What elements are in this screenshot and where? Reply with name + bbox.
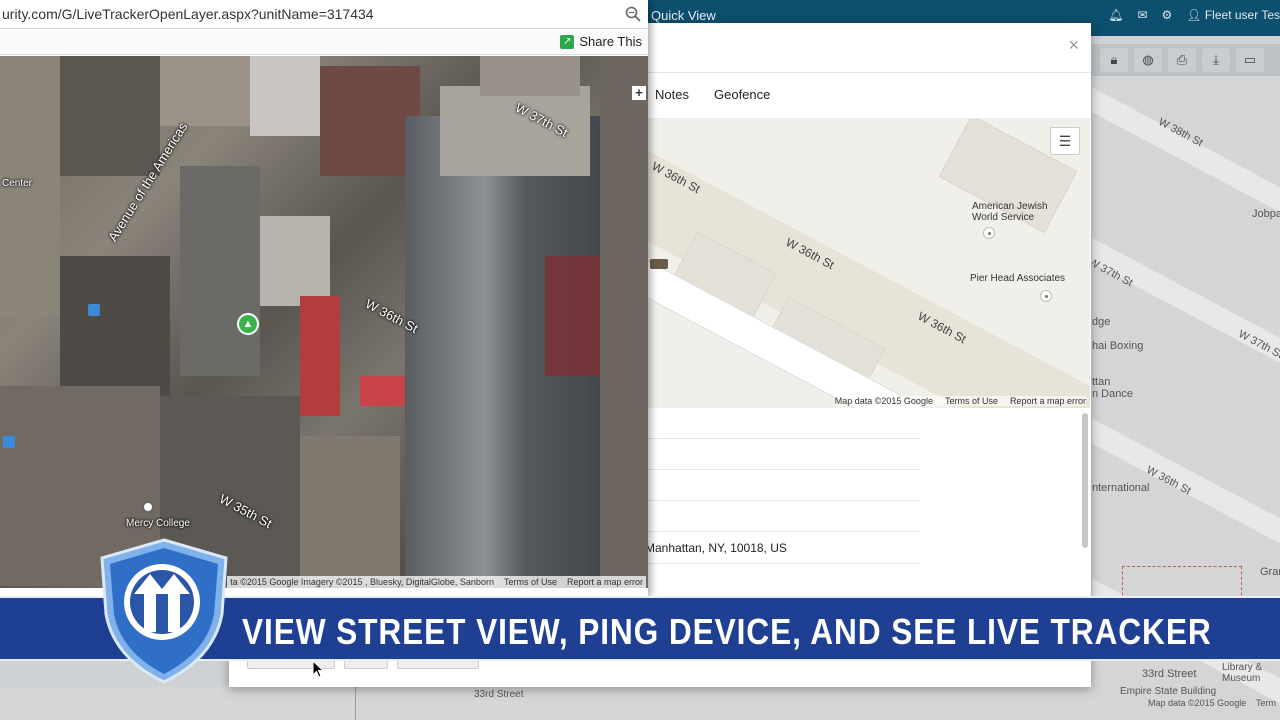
lock-icon[interactable]: 🔒︎ <box>1100 48 1128 72</box>
satellite-map[interactable]: Avenue of the Americas W 37th St W 36th … <box>0 56 648 588</box>
map-label: 33rd Street <box>474 689 524 700</box>
map-label: ttan n Dance <box>1092 376 1133 400</box>
map-footer: ta ©2015 Google Imagery ©2015 , Bluesky,… <box>227 576 646 588</box>
gear-icon[interactable]: ⚙ <box>1162 8 1173 22</box>
school-icon[interactable] <box>142 501 154 513</box>
user-icon: 👤︎ <box>1186 8 1202 22</box>
tab-geofence[interactable]: Geofence <box>714 87 770 102</box>
map-label: Empire State Building <box>1120 686 1217 697</box>
divider <box>648 469 920 470</box>
bus-stop-icon[interactable] <box>3 436 15 448</box>
place-label: Center <box>2 178 33 189</box>
divider <box>648 563 920 564</box>
app-top-icons: 🔔︎ ✉ ⚙ 👤︎ Fleet user Tes <box>1108 8 1280 22</box>
divider <box>648 438 920 439</box>
address-value: Manhattan, NY, 10018, US <box>645 541 787 555</box>
live-tracker-window: urity.com/G/LiveTrackerOpenLayer.aspx?un… <box>0 0 648 596</box>
map-label: 33rd Street <box>1142 668 1197 680</box>
search-icon[interactable] <box>624 5 642 23</box>
share-bar: ↗ Share This <box>0 29 648 55</box>
mail-icon[interactable]: ✉ <box>1137 8 1147 22</box>
close-icon[interactable]: × <box>1068 35 1079 56</box>
share-label: Share This <box>579 34 642 49</box>
map-attribution: Map data ©2015 Google <box>834 396 933 406</box>
terms-link[interactable]: Terms of Use <box>504 577 557 587</box>
address-bar[interactable]: urity.com/G/LiveTrackerOpenLayer.aspx?un… <box>0 0 648 29</box>
map-label: nternational <box>1092 482 1150 494</box>
divider <box>648 531 920 532</box>
zoom-in-icon[interactable]: + <box>632 86 646 100</box>
quick-view-title: Quick View <box>651 8 716 23</box>
place-label: Mercy College <box>126 518 190 529</box>
terms-link[interactable]: Terms of Use <box>945 396 998 406</box>
divider <box>648 500 920 501</box>
map-label: Library & Museum <box>1222 662 1263 684</box>
print-icon[interactable]: ⎙ <box>1168 48 1196 72</box>
url-text[interactable]: urity.com/G/LiveTrackerOpenLayer.aspx?un… <box>2 6 374 22</box>
map-label: Term <box>1256 698 1276 708</box>
poi-marker[interactable] <box>983 227 995 239</box>
user-name: Fleet user Tes <box>1204 8 1280 22</box>
map-label: hai Boxing <box>1092 340 1144 352</box>
mouse-cursor-icon <box>312 660 324 678</box>
map-footer: Map data ©2015 Google Terms of Use Repor… <box>834 396 1086 406</box>
poi-marker[interactable] <box>1040 290 1052 302</box>
map-menu-icon[interactable]: ☰ <box>1050 127 1080 155</box>
share-button[interactable]: ↗ Share This <box>560 34 642 49</box>
globe-icon[interactable]: ◍ <box>1134 48 1162 72</box>
report-link[interactable]: Report a map error <box>1010 396 1086 406</box>
export-icon[interactable]: ⤓ <box>1202 48 1230 72</box>
report-link[interactable]: Report a map error <box>567 577 643 587</box>
bus-stop-icon[interactable] <box>88 304 100 316</box>
tab-notes[interactable]: Notes <box>655 87 689 102</box>
location-map[interactable]: W 36th St W 36th St W 36th St American J… <box>648 119 1090 408</box>
vehicle-icon[interactable] <box>650 259 668 269</box>
bell-icon[interactable]: 🔔︎ <box>1108 8 1123 22</box>
vehicle-marker-icon[interactable]: ▲ <box>237 313 259 335</box>
map-attribution: ta ©2015 Google Imagery ©2015 , Bluesky,… <box>230 577 494 587</box>
map-label: Jobpath <box>1252 208 1280 220</box>
map-toolbar: 🔒︎ ◍ ⎙ ⤓ ▭ <box>1092 44 1280 76</box>
poi-label: Pier Head Associates <box>970 273 1066 284</box>
shield-logo-icon <box>100 538 228 684</box>
banner-title: VIEW STREET VIEW, PING DEVICE, AND SEE L… <box>242 611 1212 652</box>
poi-label: American Jewish World Service <box>972 201 1048 223</box>
share-icon: ↗ <box>560 34 575 49</box>
scrollbar[interactable] <box>1082 413 1088 548</box>
map-label: Gran <box>1260 566 1280 578</box>
map-label: Map data ©2015 Google <box>1148 698 1247 708</box>
ruler-icon[interactable]: ▭ <box>1236 48 1264 72</box>
user-menu[interactable]: 👤︎ Fleet user Tes <box>1186 8 1280 22</box>
background-map-bottom: 33rd Street <box>0 687 1092 720</box>
map-label: dge <box>1092 316 1111 328</box>
